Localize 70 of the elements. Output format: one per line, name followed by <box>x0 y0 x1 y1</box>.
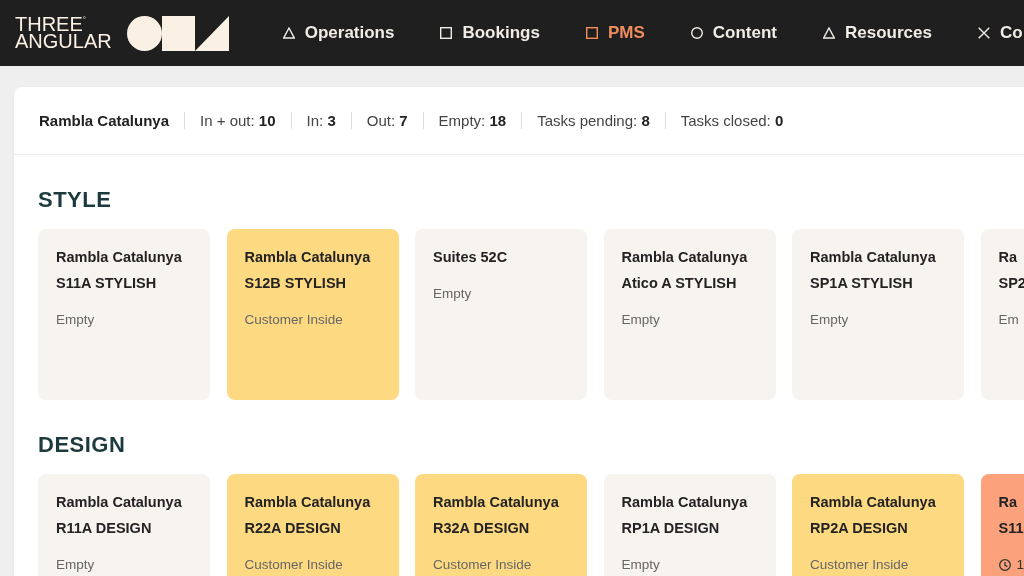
room-card[interactable]: Rambla Catalunya S11A STYLISH Empty <box>38 229 210 400</box>
timer-text: 1 <box>1016 557 1024 573</box>
cross-icon <box>977 27 990 39</box>
property-name: Rambla Catalunya <box>56 248 182 267</box>
property-name: Rambla Catalunya <box>810 248 936 267</box>
summary-stat: Tasks pending: 8 <box>537 112 650 129</box>
room-card[interactable]: Rambla Catalunya S12B STYLISH Customer Inside <box>226 229 399 400</box>
room-name: R11A DESIGN <box>56 519 152 538</box>
room-card[interactable]: Rambla Catalunya R22A DESIGN Customer Inside <box>226 474 399 576</box>
property-name: Rambla Catalunya <box>433 493 559 512</box>
section-heading: STYLE <box>38 187 112 213</box>
room-status: Empty <box>621 312 660 328</box>
room-status: Empty <box>56 557 95 573</box>
summary-stat: In + out: 10 <box>200 112 276 129</box>
circle-icon <box>690 27 703 39</box>
room-name: R22A DESIGN <box>244 519 341 538</box>
room-status: Empty <box>621 557 660 573</box>
room-status: Empty <box>810 312 849 328</box>
nav-tab[interactable]: Co <box>977 23 1023 43</box>
property-name: Ra <box>998 248 1018 267</box>
room-name: S11 <box>998 519 1024 538</box>
room-name: S11A STYLISH <box>56 274 157 293</box>
location-name: Rambla Catalunya <box>39 112 170 129</box>
nav-tab[interactable]: PMS <box>585 23 645 43</box>
logo-text: THREE$^{°}$ <box>15 16 86 33</box>
room-name: Atico A STYLISH <box>621 274 737 293</box>
property-name: Rambla Catalunya <box>244 248 371 267</box>
nav-tab[interactable]: Operations <box>282 23 395 43</box>
room-card[interactable]: Rambla Catalunya RP2A DESIGN Customer Inside <box>792 474 964 576</box>
room-name: RP1A DESIGN <box>621 519 720 538</box>
shapes-logo-icon <box>126 15 229 51</box>
room-status: Em <box>998 312 1019 328</box>
property-name: Suites 52C <box>433 248 508 267</box>
square-icon <box>440 27 453 39</box>
logo-text: ANGULAR <box>15 33 112 50</box>
summary-stat: Empty: 18 <box>438 112 507 129</box>
room-status: Customer Inside <box>244 557 343 573</box>
room-name: S12B STYLISH <box>244 274 347 293</box>
property-name: Ra <box>998 493 1018 512</box>
room-status: Customer Inside <box>810 557 909 573</box>
room-status: Customer Inside <box>433 557 532 573</box>
room-card[interactable]: Suites 52C Empty <box>415 229 587 400</box>
property-name: Rambla Catalunya <box>621 493 748 512</box>
property-name: Rambla Catalunya <box>621 248 748 267</box>
nav-tab[interactable]: Bookings <box>440 23 540 43</box>
room-card[interactable]: Rambla Catalunya SP1A STYLISH Empty <box>792 229 964 400</box>
room-status: Empty <box>433 286 472 302</box>
room-name: RP2A DESIGN <box>810 519 908 538</box>
room-status: Empty <box>56 312 95 328</box>
nav-tab[interactable]: Resources <box>822 23 932 43</box>
room-status: Customer Inside <box>244 312 343 328</box>
room-card[interactable]: Rambla Catalunya R32A DESIGN Customer Inside <box>415 474 587 576</box>
room-card[interactable]: Rambla Catalunya RP1A DESIGN Empty <box>603 474 776 576</box>
room-card[interactable]: Rambla Catalunya R11A DESIGN Empty <box>38 474 210 576</box>
room-card[interactable]: Rambla Catalunya Atico A STYLISH Empty <box>603 229 776 400</box>
triangle-icon <box>822 27 835 39</box>
summary-stat: In: 3 <box>306 112 336 129</box>
section-heading: DESIGN <box>38 432 126 458</box>
nav-tab[interactable]: Content <box>690 23 777 43</box>
room-card[interactable]: Ra S11 1 <box>980 474 1024 576</box>
room-name: R32A DESIGN <box>433 519 530 538</box>
property-name: Rambla Catalunya <box>56 493 182 512</box>
triangle-icon <box>282 27 295 39</box>
square-icon <box>585 27 598 39</box>
property-name: Rambla Catalunya <box>810 493 936 512</box>
property-name: Rambla Catalunya <box>244 493 371 512</box>
clock-icon <box>998 559 1011 571</box>
room-name: SP1A STYLISH <box>810 274 913 293</box>
summary-stat: Tasks closed: 0 <box>680 112 784 129</box>
summary-stat: Out: 7 <box>366 112 408 129</box>
